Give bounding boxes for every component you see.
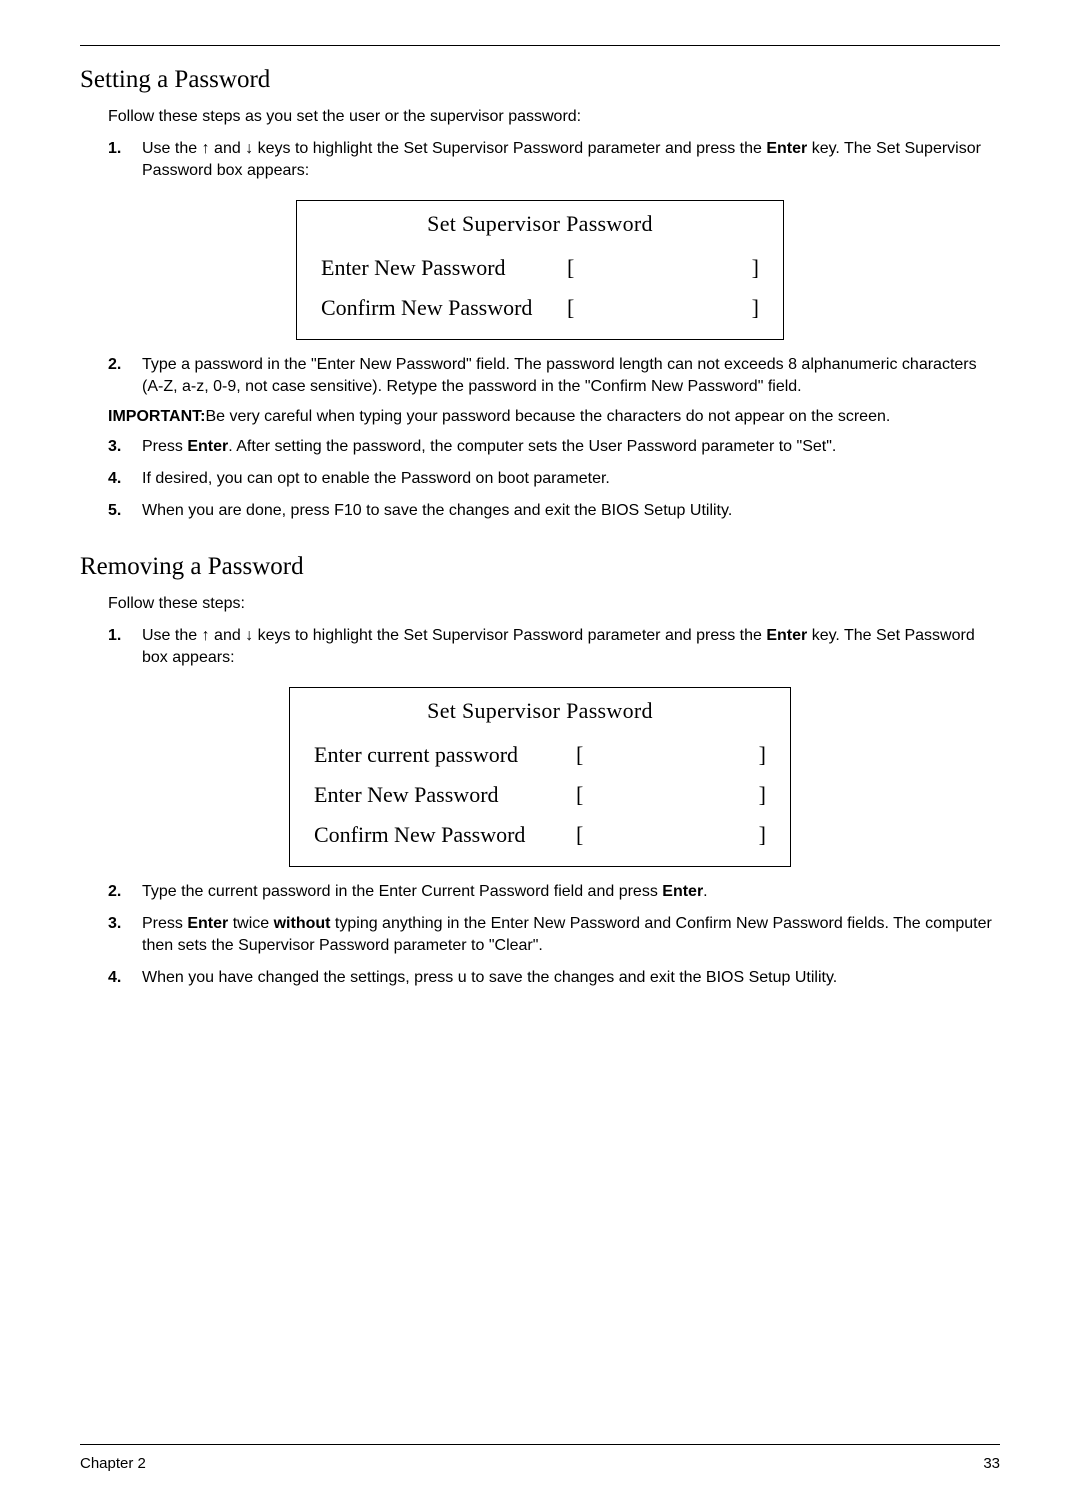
set-password-dialog: Set Supervisor Password Enter New Passwo… — [296, 200, 784, 340]
up-arrow-icon: ↑ — [202, 627, 210, 644]
enter-key: Enter — [187, 915, 228, 932]
heading-setting-password: Setting a Password — [80, 66, 1000, 94]
step-body: Use the ↑ and ↓ keys to highlight the Se… — [142, 138, 1000, 182]
enter-current-password-row: Enter current password [ ] — [314, 742, 766, 768]
down-arrow-icon: ↓ — [245, 627, 253, 644]
step-number: 3. — [108, 436, 142, 458]
step-body: Press Enter twice without typing anythin… — [142, 913, 1000, 957]
important-text: Be very careful when typing your passwor… — [205, 408, 890, 425]
bracket-close: ] — [752, 255, 759, 281]
setting-step-2: 2. Type a password in the "Enter New Pas… — [108, 354, 1000, 398]
heading-removing-password: Removing a Password — [80, 553, 1000, 581]
step-body: Use the ↑ and ↓ keys to highlight the Se… — [142, 625, 1000, 669]
bracket-open: [ — [561, 255, 574, 281]
enter-key: Enter — [766, 140, 807, 157]
footer-chapter: Chapter 2 — [80, 1455, 146, 1472]
step-number: 2. — [108, 354, 142, 398]
bracket-open: [ — [570, 782, 583, 808]
step-body: If desired, you can opt to enable the Pa… — [142, 468, 1000, 490]
removing-step-4: 4. When you have changed the settings, p… — [108, 967, 1000, 989]
enter-new-password-row: Enter New Password [ ] — [321, 255, 759, 281]
enter-key: Enter — [187, 438, 228, 455]
step-number: 1. — [108, 138, 142, 182]
enter-new-password-row: Enter New Password [ ] — [314, 782, 766, 808]
step-body: Type the current password in the Enter C… — [142, 881, 1000, 903]
step-body: When you are done, press F10 to save the… — [142, 500, 1000, 522]
bracket-close: ] — [759, 742, 766, 768]
field-label: Confirm New Password — [321, 295, 561, 321]
page: Setting a Password Follow these steps as… — [0, 0, 1080, 1512]
removing-step-2: 2. Type the current password in the Ente… — [108, 881, 1000, 903]
step-number: 3. — [108, 913, 142, 957]
step-number: 4. — [108, 967, 142, 989]
step-body: Type a password in the "Enter New Passwo… — [142, 354, 1000, 398]
removing-steps-cont: 2. Type the current password in the Ente… — [108, 881, 1000, 999]
bracket-close: ] — [759, 782, 766, 808]
dialog-title: Set Supervisor Password — [321, 211, 759, 237]
enter-key: Enter — [766, 627, 807, 644]
bracket-open: [ — [561, 295, 574, 321]
removing-step-3: 3. Press Enter twice without typing anyt… — [108, 913, 1000, 957]
footer-page-number: 33 — [983, 1455, 1000, 1472]
setting-steps-cont: 2. Type a password in the "Enter New Pas… — [108, 354, 1000, 408]
field-label: Enter New Password — [314, 782, 570, 808]
removing-step-1: 1. Use the ↑ and ↓ keys to highlight the… — [108, 625, 1000, 669]
up-arrow-icon: ↑ — [202, 140, 210, 157]
important-note: IMPORTANT:Be very careful when typing yo… — [108, 408, 1000, 426]
step-number: 5. — [108, 500, 142, 522]
setting-steps-cont2: 3. Press Enter. After setting the passwo… — [108, 436, 1000, 532]
step-number: 4. — [108, 468, 142, 490]
field-label: Enter New Password — [321, 255, 561, 281]
step-number: 2. — [108, 881, 142, 903]
important-label: IMPORTANT: — [108, 408, 205, 425]
step-body: Press Enter. After setting the password,… — [142, 436, 1000, 458]
spacer — [80, 999, 1000, 1444]
field-label: Confirm New Password — [314, 822, 570, 848]
enter-key: Enter — [662, 883, 703, 900]
remove-password-dialog: Set Supervisor Password Enter current pa… — [289, 687, 791, 867]
down-arrow-icon: ↓ — [245, 140, 253, 157]
bottom-rule — [80, 1444, 1000, 1445]
field-label: Enter current password — [314, 742, 570, 768]
footer: Chapter 2 33 — [80, 1455, 1000, 1472]
confirm-new-password-row: Confirm New Password [ ] — [321, 295, 759, 321]
bracket-close: ] — [752, 295, 759, 321]
bracket-open: [ — [570, 822, 583, 848]
step-number: 1. — [108, 625, 142, 669]
removing-intro: Follow these steps: — [108, 595, 1000, 613]
top-rule — [80, 45, 1000, 46]
setting-step-1: 1. Use the ↑ and ↓ keys to highlight the… — [108, 138, 1000, 182]
setting-step-3: 3. Press Enter. After setting the passwo… — [108, 436, 1000, 458]
setting-steps: 1. Use the ↑ and ↓ keys to highlight the… — [108, 138, 1000, 192]
removing-steps: 1. Use the ↑ and ↓ keys to highlight the… — [108, 625, 1000, 679]
setting-step-4: 4. If desired, you can opt to enable the… — [108, 468, 1000, 490]
confirm-new-password-row: Confirm New Password [ ] — [314, 822, 766, 848]
without-bold: without — [274, 915, 331, 932]
setting-step-5: 5. When you are done, press F10 to save … — [108, 500, 1000, 522]
dialog-title: Set Supervisor Password — [314, 698, 766, 724]
step-body: When you have changed the settings, pres… — [142, 967, 1000, 989]
bracket-open: [ — [570, 742, 583, 768]
setting-intro: Follow these steps as you set the user o… — [108, 108, 1000, 126]
bracket-close: ] — [759, 822, 766, 848]
